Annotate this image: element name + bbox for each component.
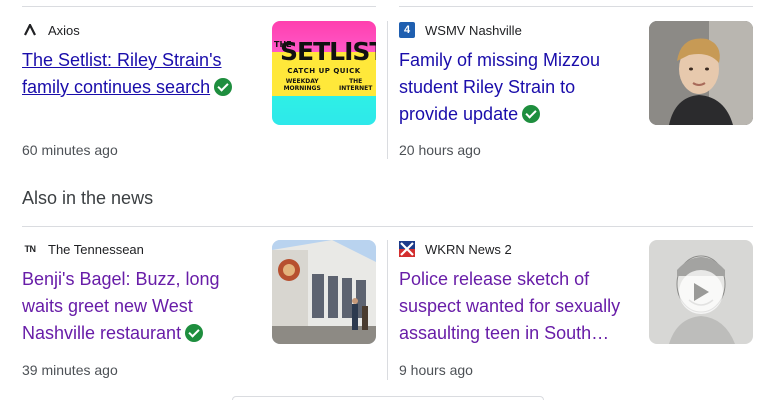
news-card-tennessean[interactable]: TN The Tennessean Benji's Bagel: Buzz, l… (22, 240, 262, 347)
timestamp: 60 minutes ago (22, 142, 118, 158)
timestamp: 20 hours ago (399, 142, 481, 158)
news-card-wsmv[interactable]: 4 WSMV Nashville Family of missing Mizzo… (399, 21, 639, 128)
timestamp: 39 minutes ago (22, 362, 118, 378)
verified-check-icon (185, 324, 204, 342)
headline-link[interactable]: The Setlist: Riley Strain's family conti… (22, 50, 222, 97)
tennessean-tn-logo-icon: TN (22, 241, 38, 257)
headline-link[interactable]: Police release sketch of suspect wanted … (399, 269, 620, 343)
thumbnail-sketch-video[interactable] (649, 240, 753, 344)
source-name: The Tennessean (48, 241, 144, 257)
setlist-weekday: WEEKDAY MORNINGS (283, 78, 321, 92)
headline[interactable]: Family of missing Mizzou student Riley S… (399, 47, 639, 128)
wkrn-news2-logo-icon (399, 241, 415, 257)
news-card-axios[interactable]: Axios The Setlist: Riley Strain's family… (22, 21, 262, 101)
card-divider-bottom (387, 240, 388, 380)
news-card-wkrn[interactable]: WKRN News 2 Police release sketch of sus… (399, 240, 639, 347)
thumbnail-portrait[interactable] (649, 21, 753, 125)
play-video-icon[interactable] (679, 270, 723, 314)
verified-check-icon (522, 105, 541, 123)
axios-logo-icon (22, 22, 38, 38)
section-title: Also in the news (22, 188, 154, 208)
portrait-photo (649, 21, 753, 125)
setlist-the: THE (274, 40, 292, 49)
source-row: 4 WSMV Nashville (399, 21, 639, 39)
thumbnail-storefront[interactable] (272, 240, 376, 344)
headline-link[interactable]: Family of missing Mizzou student Riley S… (399, 50, 600, 124)
wsmv-4-logo-icon: 4 (399, 22, 415, 38)
setlist-internet: THE INTERNET (339, 78, 373, 92)
card-divider-top (387, 21, 388, 159)
thumbnail-setlist[interactable]: THE SETLIST CATCH UP QUICK WEEKDAY MORNI… (272, 21, 376, 125)
section-divider (22, 226, 753, 227)
top-divider-left (22, 6, 376, 7)
more-news-button-edge[interactable] (232, 396, 544, 400)
source-name: Axios (48, 22, 80, 38)
source-row: Axios (22, 21, 262, 39)
headline[interactable]: Police release sketch of suspect wanted … (399, 266, 639, 347)
setlist-catchup: CATCH UP QUICK (287, 67, 361, 75)
headline[interactable]: The Setlist: Riley Strain's family conti… (22, 47, 262, 101)
source-name: WKRN News 2 (425, 241, 512, 257)
source-name: WSMV Nashville (425, 22, 522, 38)
storefront-photo (272, 240, 376, 344)
timestamp: 9 hours ago (399, 362, 473, 378)
wsmv-badge-text: 4 (403, 24, 411, 36)
top-divider-right (399, 6, 753, 7)
tn-badge-text: TN (24, 244, 37, 254)
verified-check-icon (214, 78, 233, 96)
headline[interactable]: Benji's Bagel: Buzz, long waits greet ne… (22, 266, 262, 347)
source-row: TN The Tennessean (22, 240, 262, 258)
source-row: WKRN News 2 (399, 240, 639, 258)
